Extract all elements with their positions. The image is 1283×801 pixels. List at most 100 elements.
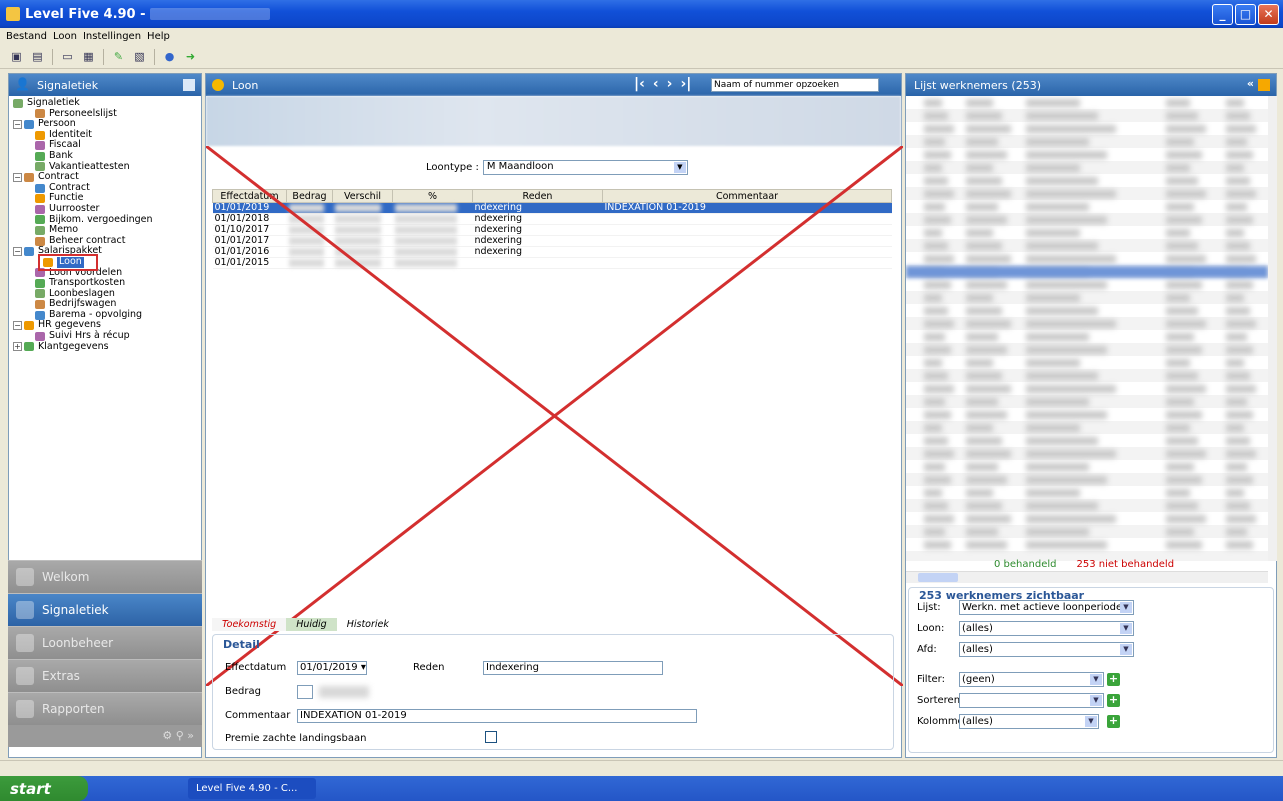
tree-node-icon bbox=[35, 268, 45, 278]
save-icon[interactable]: ▣ bbox=[8, 48, 25, 65]
search-input[interactable]: Naam of nummer opzoeken bbox=[711, 78, 879, 92]
help-icon[interactable]: ● bbox=[161, 48, 178, 65]
col-verschil[interactable]: Verschil bbox=[332, 189, 393, 203]
tab-huidig[interactable]: Huidig bbox=[286, 618, 337, 631]
col-bedrag[interactable]: Bedrag bbox=[286, 189, 333, 203]
collapse-left-icon[interactable]: « bbox=[1247, 77, 1254, 90]
blurred-employee-field bbox=[966, 164, 993, 172]
expander-icon[interactable]: − bbox=[13, 247, 22, 257]
table-cell: 01/10/2017 bbox=[212, 224, 287, 236]
loontype-select[interactable]: M Maandloon ▼ bbox=[482, 160, 688, 175]
menu-loon[interactable]: Loon bbox=[53, 28, 77, 45]
tree-node-icon bbox=[35, 331, 45, 341]
chevron-down-icon: ▼ bbox=[673, 162, 686, 173]
blurred-cell bbox=[392, 202, 473, 214]
add-filter-icon[interactable]: + bbox=[1107, 694, 1120, 707]
blurred-employee-field bbox=[1026, 242, 1098, 250]
filter-select[interactable]: ▼ bbox=[959, 693, 1104, 708]
tree-item[interactable]: Bank bbox=[13, 150, 201, 162]
filter-select[interactable]: Werkn. met actieve loonperiode ▼ bbox=[959, 600, 1134, 615]
tree-item[interactable]: Bijkom. vergoedingen bbox=[13, 214, 201, 226]
premie-checkbox[interactable] bbox=[485, 731, 497, 743]
first-record-icon[interactable]: |‹ bbox=[634, 76, 645, 92]
tree-item[interactable]: Loon bbox=[38, 254, 98, 271]
tree-item[interactable]: Contract bbox=[13, 182, 201, 194]
tree-node-icon bbox=[24, 321, 34, 331]
col-commentaar[interactable]: Commentaar bbox=[602, 189, 892, 203]
save-all-icon[interactable]: ▤ bbox=[29, 48, 46, 65]
taskbar-item[interactable]: Level Five 4.90 - C... bbox=[188, 778, 316, 799]
next-record-icon[interactable]: › bbox=[667, 76, 673, 92]
bedrag-field[interactable] bbox=[297, 685, 313, 699]
menu-bestand[interactable]: Bestand bbox=[6, 28, 47, 45]
report-icon[interactable]: ▧ bbox=[131, 48, 148, 65]
commentaar-field[interactable]: INDEXATION 01-2019 bbox=[297, 709, 697, 723]
export-icon[interactable]: ▦ bbox=[80, 48, 97, 65]
exit-icon[interactable]: ➜ bbox=[182, 48, 199, 65]
tools-icon[interactable]: ✎ bbox=[110, 48, 127, 65]
tree-item[interactable]: − Persoon bbox=[13, 119, 201, 130]
document-icon[interactable]: ▭ bbox=[59, 48, 76, 65]
blurred-employee-field bbox=[966, 372, 1002, 380]
vertical-scrollbar[interactable] bbox=[1268, 96, 1277, 561]
blurred-employee-field bbox=[1166, 450, 1206, 458]
col-effectdatum[interactable]: Effectdatum bbox=[212, 189, 287, 203]
table-row[interactable]: 01/01/2019 ndexering INDEXATION 01-2019 bbox=[212, 202, 892, 214]
blurred-employee-field bbox=[966, 463, 998, 471]
tab-toekomstig[interactable]: Toekomstig bbox=[212, 618, 287, 631]
add-filter-icon[interactable]: + bbox=[1107, 715, 1120, 728]
tree-item[interactable]: Identiteit bbox=[13, 129, 201, 141]
table-row[interactable]: 01/01/2015 bbox=[212, 257, 892, 269]
tree-item[interactable]: − Salarispakket bbox=[13, 246, 201, 257]
filter-select[interactable]: (alles) ▼ bbox=[959, 714, 1099, 729]
filter-select[interactable]: (geen) ▼ bbox=[959, 672, 1104, 687]
last-record-icon[interactable]: ›| bbox=[680, 76, 691, 92]
filter-select[interactable]: (alles) ▼ bbox=[959, 642, 1134, 657]
nav-button[interactable]: Rapporten bbox=[8, 692, 202, 725]
start-button[interactable]: start bbox=[0, 776, 88, 801]
prev-record-icon[interactable]: ‹ bbox=[653, 76, 659, 92]
tree-item[interactable]: − Contract bbox=[13, 172, 201, 183]
blurred-employee-field bbox=[1166, 281, 1202, 289]
horizontal-scrollbar[interactable] bbox=[906, 571, 1268, 583]
nav-button[interactable]: Loonbeheer bbox=[8, 626, 202, 659]
selected-employee-row[interactable] bbox=[906, 266, 1268, 278]
grid-icon[interactable] bbox=[1258, 79, 1270, 91]
table-row[interactable]: 01/10/2017 ndexering bbox=[212, 224, 892, 236]
table-row[interactable]: 01/01/2016 ndexering bbox=[212, 246, 892, 258]
expander-icon[interactable]: − bbox=[13, 172, 22, 182]
menu-help[interactable]: Help bbox=[147, 28, 170, 45]
tab-historiek[interactable]: Historiek bbox=[336, 618, 399, 631]
expander-icon[interactable]: + bbox=[13, 342, 22, 352]
nav-button[interactable]: Welkom bbox=[8, 560, 202, 593]
expander-icon[interactable]: − bbox=[13, 119, 22, 129]
minimize-button[interactable]: _ bbox=[1212, 4, 1233, 25]
tree-item[interactable]: Functie bbox=[13, 193, 201, 204]
filter-select[interactable]: (alles) ▼ bbox=[959, 621, 1134, 636]
tree-item[interactable]: Fiscaal bbox=[13, 140, 201, 151]
expander-icon[interactable]: − bbox=[13, 321, 22, 331]
tree-item[interactable]: Signaletiek bbox=[13, 97, 201, 109]
tree-item[interactable]: Uurrooster bbox=[13, 203, 201, 215]
maximize-button[interactable]: □ bbox=[1235, 4, 1256, 25]
col-percent[interactable]: % bbox=[392, 189, 473, 203]
left-panel-title: Signaletiek bbox=[37, 78, 99, 92]
table-cell bbox=[602, 257, 892, 269]
table-row[interactable]: 01/01/2018 ndexering bbox=[212, 213, 892, 225]
tree-node-icon bbox=[35, 278, 45, 288]
effectdatum-field[interactable]: 01/01/2019 ▾ bbox=[297, 661, 367, 675]
employee-list[interactable] bbox=[906, 96, 1268, 561]
nav-button[interactable]: Signaletiek bbox=[8, 593, 202, 626]
blurred-employee-field bbox=[1226, 515, 1256, 523]
close-button[interactable]: ✕ bbox=[1258, 4, 1279, 25]
reden-select[interactable]: Indexering bbox=[483, 661, 663, 675]
nav-button-label: Signaletiek bbox=[42, 603, 109, 617]
add-filter-icon[interactable]: + bbox=[1107, 673, 1120, 686]
table-row[interactable]: 01/01/2017 ndexering bbox=[212, 235, 892, 247]
nav-button[interactable]: Extras bbox=[8, 659, 202, 692]
col-reden[interactable]: Reden bbox=[472, 189, 603, 203]
blurred-employee-field bbox=[924, 229, 942, 237]
tree-item[interactable]: + Klantgegevens bbox=[13, 341, 201, 353]
menu-instellingen[interactable]: Instellingen bbox=[83, 28, 141, 45]
collapse-icon[interactable] bbox=[183, 79, 195, 91]
